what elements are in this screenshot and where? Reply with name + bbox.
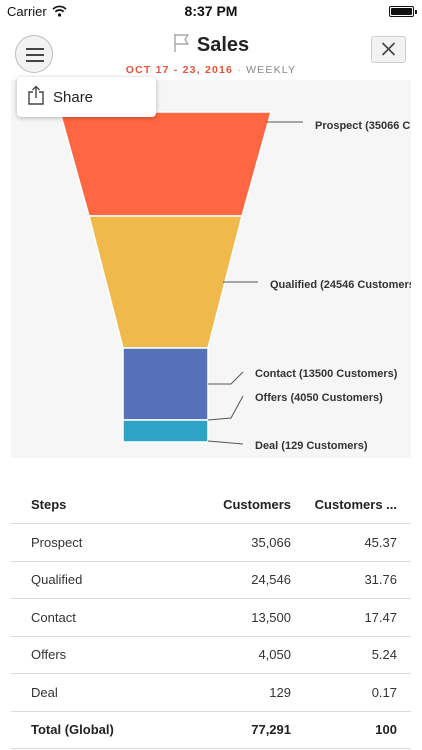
table-row: Deal 129 0.17: [11, 673, 411, 712]
cell-percent: 5.24: [301, 636, 411, 674]
cell-step: Deal: [11, 673, 201, 712]
funnel-leader-line: [208, 371, 244, 385]
flag-icon: [173, 33, 191, 58]
column-header-customers-percent[interactable]: Customers ...: [301, 486, 411, 524]
battery-icon: [389, 6, 417, 17]
funnel-label-contact: Contact (13500 Customers): [255, 368, 398, 380]
cell-customers: 4,050: [201, 636, 301, 674]
funnel-label-prospect: Prospect (35066 Customers): [315, 120, 411, 132]
status-bar: Carrier 8:37 PM: [0, 0, 422, 24]
cell-step: Prospect: [11, 523, 201, 562]
clock: 8:37 PM: [184, 3, 238, 19]
page-header: Sales OCT 17 - 23, 2016 · WEEKLY: [0, 33, 422, 76]
cell-customers: 35,066: [201, 523, 301, 562]
cell-step: Qualified: [11, 561, 201, 599]
cell-percent: 31.76: [301, 561, 411, 599]
table-row: Contact 13,500 17.47: [11, 598, 411, 637]
date-subtitle: OCT 17 - 23, 2016 · WEEKLY: [0, 64, 422, 76]
steps-table: Steps Customers Customers ... Prospect 3…: [11, 486, 411, 749]
cell-step: Offers: [11, 636, 201, 674]
cell-percent: 45.37: [301, 523, 411, 562]
period-label: WEEKLY: [246, 64, 297, 76]
share-menu-item[interactable]: Share: [17, 77, 156, 117]
close-icon: [381, 42, 396, 56]
close-button[interactable]: [371, 36, 406, 63]
funnel-segment-prospect: [59, 111, 272, 217]
cell-total-customers: 77,291: [201, 711, 301, 749]
table-row: Qualified 24,546 31.76: [11, 561, 411, 599]
cell-customers: 13,500: [201, 598, 301, 637]
funnel-segment-contact: [122, 347, 209, 421]
table-header-row: Steps Customers Customers ...: [11, 486, 411, 524]
funnel-chart: Prospect (35066 Customers) Qualified (24…: [11, 80, 411, 458]
cell-total-label: Total (Global): [11, 711, 201, 749]
cell-percent: 17.47: [301, 598, 411, 637]
funnel-segment-qualified: [88, 215, 243, 349]
table-row: Prospect 35,066 45.37: [11, 523, 411, 562]
cell-customers: 24,546: [201, 561, 301, 599]
table-row: Offers 4,050 5.24: [11, 636, 411, 674]
cell-percent: 0.17: [301, 673, 411, 712]
cell-step: Contact: [11, 598, 201, 637]
cell-total-percent: 100: [301, 711, 411, 749]
funnel-leader-line: [207, 395, 244, 421]
funnel-leader-line: [207, 440, 244, 445]
cell-customers: 129: [201, 673, 301, 712]
share-icon: [27, 85, 45, 110]
date-range: OCT 17 - 23, 2016: [125, 64, 234, 76]
funnel-segment-deal: [122, 419, 209, 443]
funnel-label-qualified: Qualified (24546 Customers): [270, 279, 411, 291]
column-header-customers[interactable]: Customers: [201, 486, 301, 524]
table-total-row: Total (Global) 77,291 100: [11, 711, 411, 749]
funnel-label-offers: Offers (4050 Customers): [255, 392, 383, 404]
subtitle-separator: ·: [237, 64, 242, 76]
funnel-label-deal: Deal (129 Customers): [255, 440, 368, 452]
share-label: Share: [53, 88, 94, 106]
page-title: Sales: [196, 34, 250, 56]
column-header-steps[interactable]: Steps: [11, 486, 201, 524]
funnel-chart-svg: Prospect (35066 Customers) Qualified (24…: [59, 111, 411, 452]
